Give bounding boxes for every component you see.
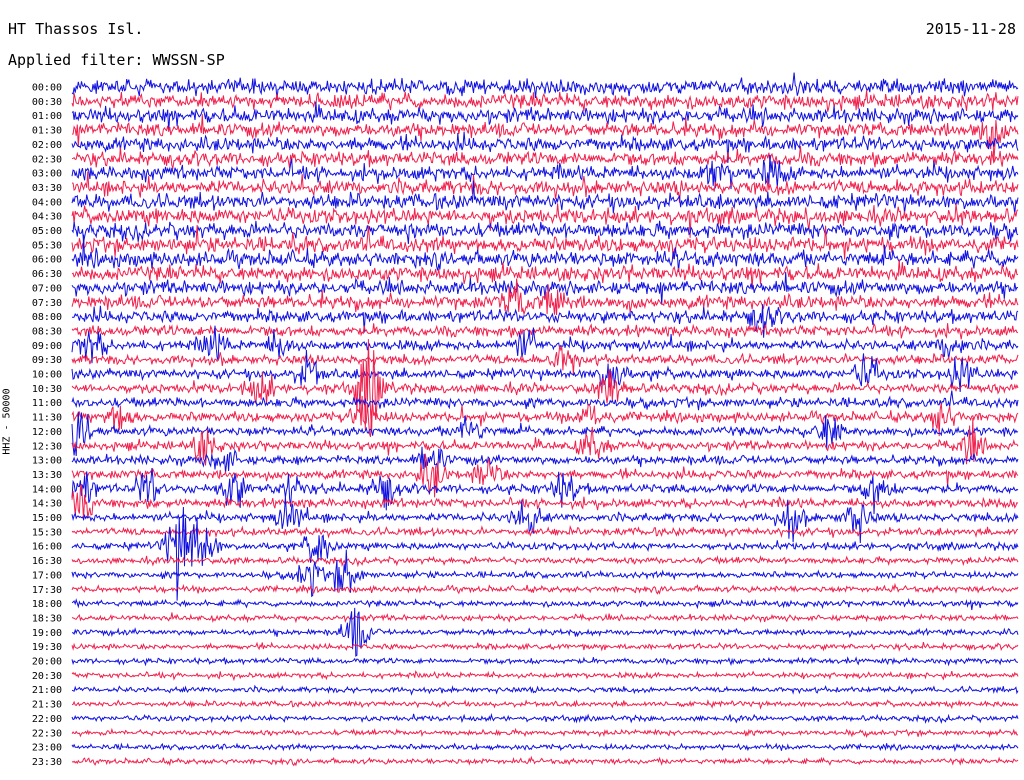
time-label: 09:00 (32, 341, 62, 352)
trace-row (71, 146, 1019, 170)
time-label: 12:00 (32, 427, 62, 438)
trace-row (71, 468, 1019, 515)
time-label: 04:00 (32, 197, 62, 208)
trace-row (71, 339, 1019, 433)
time-label: 06:00 (32, 255, 62, 266)
time-label: 13:00 (32, 456, 62, 467)
time-label: 19:30 (32, 642, 62, 653)
trace-row (71, 755, 1019, 767)
helicorder-plot: 00:00 00:30 01:00 01:30 02:00 02:30 03:00 03:30… (32, 72, 1019, 768)
time-labels: 00:00 00:30 01:00 01:30 02:00 02:30 03:00 03:30… (32, 83, 62, 768)
time-label: 07:30 (32, 298, 62, 309)
trace-rows (71, 72, 1019, 767)
time-label: 18:00 (32, 599, 62, 610)
time-label: 03:30 (32, 183, 62, 194)
trace-row (71, 712, 1019, 724)
time-label: 18:30 (32, 613, 62, 624)
time-label: 03:00 (32, 169, 62, 180)
time-label: 01:30 (32, 126, 62, 137)
time-label: 09:30 (32, 355, 62, 366)
trace-row (71, 72, 1019, 100)
trace-row (71, 234, 1019, 272)
time-label: 07:00 (32, 283, 62, 294)
time-label: 23:00 (32, 743, 62, 754)
time-label: 01:00 (32, 111, 62, 122)
time-label: 08:00 (32, 312, 62, 323)
trace-row (71, 411, 1019, 457)
trace-row (71, 670, 1019, 682)
trace-row (71, 684, 1019, 696)
time-label: 12:30 (32, 441, 62, 452)
time-label: 17:30 (32, 585, 62, 596)
trace-row (71, 656, 1019, 667)
time-label: 00:30 (32, 97, 62, 108)
trace-row (71, 349, 1019, 392)
time-label: 21:30 (32, 700, 62, 711)
time-label: 10:00 (32, 370, 62, 381)
time-label: 04:30 (32, 212, 62, 223)
time-label: 08:30 (32, 326, 62, 337)
time-label: 23:30 (32, 757, 62, 768)
trace-row (71, 446, 1019, 473)
trace-row (71, 390, 1019, 411)
trace-row (71, 612, 1019, 624)
trace-row (72, 607, 1019, 657)
time-label: 21:00 (32, 685, 62, 696)
trace-row (71, 220, 1019, 244)
trace-row (71, 699, 1019, 710)
time-label: 05:00 (32, 226, 62, 237)
time-label: 13:30 (32, 470, 62, 481)
trace-row (71, 417, 1019, 466)
time-label: 20:30 (32, 671, 62, 682)
trace-row (71, 641, 1019, 652)
trace-row (71, 554, 1019, 568)
time-label: 20:00 (32, 657, 62, 668)
time-label: 02:30 (32, 154, 62, 165)
time-label: 05:30 (32, 240, 62, 251)
trace-row (71, 582, 1019, 595)
time-label: 00:00 (32, 83, 62, 94)
time-label: 22:00 (32, 714, 62, 725)
time-label: 16:00 (32, 542, 62, 553)
time-label: 14:30 (32, 499, 62, 510)
time-label: 15:00 (32, 513, 62, 524)
trace-row (71, 727, 1018, 739)
time-label: 14:00 (32, 484, 62, 495)
time-label: 11:00 (32, 398, 62, 409)
trace-row (71, 597, 1019, 611)
time-label: 17:00 (32, 570, 62, 581)
time-label: 06:30 (32, 269, 62, 280)
time-label: 19:00 (32, 628, 62, 639)
time-label: 16:30 (32, 556, 62, 567)
time-label: 10:30 (32, 384, 62, 395)
trace-row (71, 742, 1019, 753)
time-label: 11:30 (32, 413, 62, 424)
time-label: 22:30 (32, 728, 62, 739)
trace-row (71, 524, 1019, 539)
time-label: 02:00 (32, 140, 62, 151)
time-label: 15:30 (32, 527, 62, 538)
